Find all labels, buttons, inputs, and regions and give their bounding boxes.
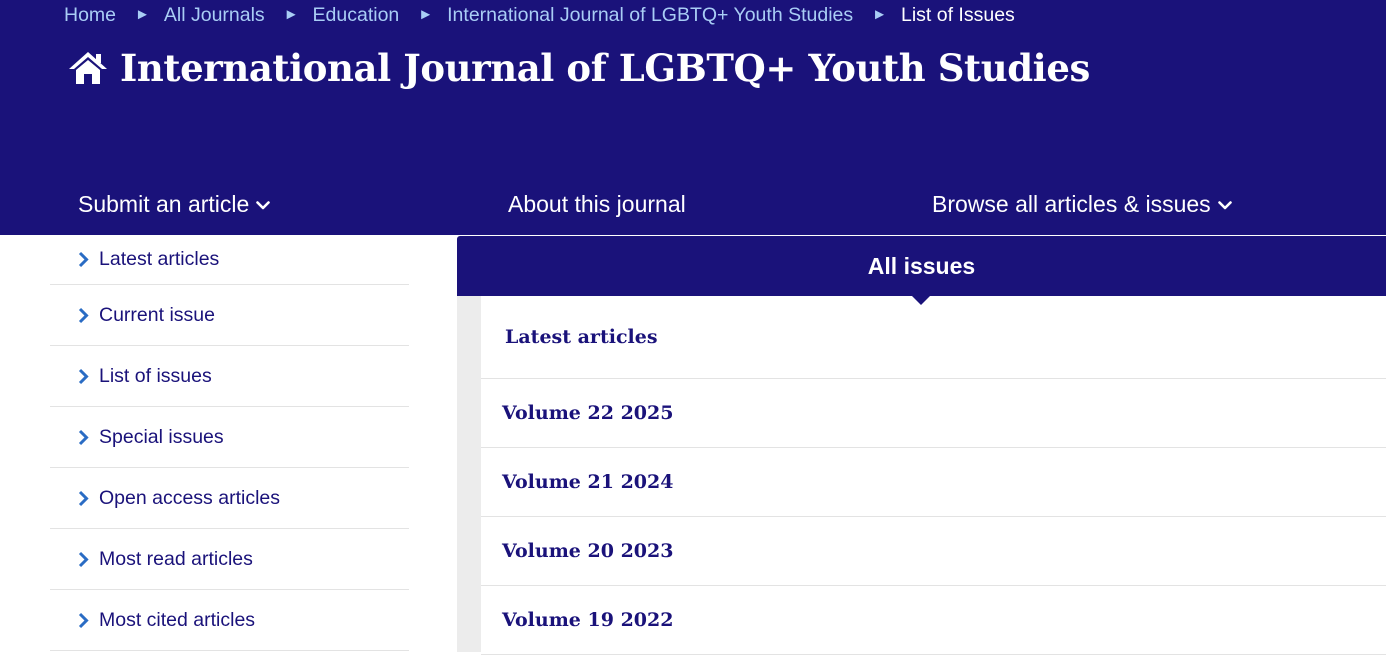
issue-volume-row[interactable]: Volume 22 2025 [481, 379, 1386, 448]
issue-label: Volume 21 2024 [502, 471, 674, 493]
chevron-right-icon [78, 251, 89, 268]
issue-list: Latest articles Volume 22 2025 Volume 21… [481, 296, 1386, 655]
sidebar-item-open-access[interactable]: Open access articles [50, 468, 409, 529]
journal-title-text: International Journal of LGBTQ+ Youth St… [120, 46, 1090, 90]
chevron-right-icon [78, 368, 89, 384]
issue-latest-articles[interactable]: Latest articles [481, 296, 1386, 379]
sidebar-item-current-issue[interactable]: Current issue [50, 285, 409, 346]
breadcrumb-journal[interactable]: International Journal of LGBTQ+ Youth St… [447, 4, 853, 27]
chevron-right-icon [78, 490, 89, 506]
sidebar-item-label: Current issue [99, 303, 215, 326]
chevron-down-icon [1217, 200, 1232, 209]
breadcrumb-separator: ► [135, 5, 150, 23]
sidebar-item-label: Most cited articles [99, 608, 256, 631]
sidebar-item-label: Open access articles [99, 486, 280, 509]
sidebar-item-special-issues[interactable]: Special issues [50, 407, 409, 468]
issue-volume-row[interactable]: Volume 21 2024 [481, 448, 1386, 517]
all-issues-title: All issues [867, 252, 976, 279]
journal-title[interactable]: International Journal of LGBTQ+ Youth St… [68, 46, 1090, 90]
sidebar-item-label: Special issues [99, 425, 224, 448]
nav-browse[interactable]: Browse all articles & issues [932, 186, 1232, 222]
breadcrumb-home[interactable]: Home [64, 4, 116, 27]
issues-gutter [457, 296, 481, 652]
sidebar-item-list-of-issues[interactable]: List of issues [50, 346, 409, 407]
issue-label: Volume 19 2022 [502, 609, 674, 631]
nav-about-journal[interactable]: About this journal [508, 186, 686, 222]
home-icon [69, 52, 107, 84]
chevron-right-icon [78, 612, 89, 628]
sidebar-item-label: List of issues [99, 364, 212, 387]
sidebar: Latest articles Current issue List of is… [50, 235, 409, 651]
breadcrumb-separator: ► [872, 5, 887, 23]
chevron-right-icon [78, 307, 89, 323]
chevron-down-icon [256, 200, 271, 209]
breadcrumb: Home ► All Journals ► Education ► Intern… [64, 2, 1015, 28]
site-header: Home ► All Journals ► Education ► Intern… [0, 0, 1386, 235]
sidebar-item-label: Latest articles [99, 248, 220, 270]
breadcrumb-education[interactable]: Education [313, 4, 400, 27]
sidebar-item-label: Most read articles [99, 547, 253, 570]
breadcrumb-all-journals[interactable]: All Journals [164, 4, 265, 27]
sidebar-item-most-read[interactable]: Most read articles [50, 529, 409, 590]
chevron-right-icon [78, 429, 89, 445]
issue-volume-row[interactable]: Volume 19 2022 [481, 586, 1386, 655]
nav-about-label: About this journal [508, 190, 686, 217]
breadcrumb-current: List of Issues [900, 3, 1015, 26]
nav-submit-article[interactable]: Submit an article [78, 186, 271, 222]
all-issues-header: All issues [457, 236, 1386, 296]
breadcrumb-separator: ► [418, 5, 434, 23]
nav-browse-label: Browse all articles & issues [932, 190, 1211, 217]
chevron-right-icon [78, 551, 89, 567]
sidebar-item-latest-articles[interactable]: Latest articles [50, 235, 409, 285]
issue-label: Volume 22 2025 [502, 402, 674, 424]
issue-label: Volume 20 2023 [502, 540, 674, 562]
sidebar-item-most-cited[interactable]: Most cited articles [50, 590, 409, 651]
breadcrumb-separator: ► [283, 5, 299, 23]
issue-label: Latest articles [505, 326, 658, 348]
issue-volume-row[interactable]: Volume 20 2023 [481, 517, 1386, 586]
nav-submit-label: Submit an article [78, 190, 250, 217]
